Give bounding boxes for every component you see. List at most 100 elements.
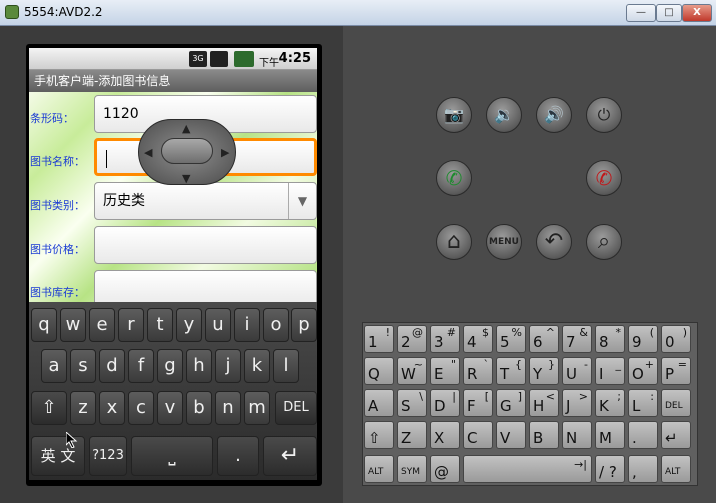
hw-key-8[interactable]: 8 *: [595, 325, 625, 353]
hw-key-enter[interactable]: ↵: [661, 421, 691, 449]
hw-key-o[interactable]: O +: [628, 357, 658, 385]
hw-key-at[interactable]: @: [430, 455, 460, 483]
symbols-key[interactable]: ?123: [89, 436, 127, 476]
hw-key-3[interactable]: 3 #: [430, 325, 460, 353]
hw-key-shift[interactable]: ⇧: [364, 421, 394, 449]
key-e[interactable]: e: [89, 308, 115, 342]
hw-key-del[interactable]: DEL: [661, 389, 691, 417]
minimize-button[interactable]: —: [626, 4, 656, 22]
key-j[interactable]: j: [215, 349, 241, 383]
hw-key-q[interactable]: Q: [364, 357, 394, 385]
dpad-down-icon[interactable]: ▼: [182, 172, 190, 185]
hw-key-comma[interactable]: ,: [628, 455, 658, 483]
hw-key-alt-right[interactable]: ALT: [661, 455, 691, 483]
hw-key-m[interactable]: M: [595, 421, 625, 449]
period-key[interactable]: .: [217, 436, 259, 476]
hw-key-p[interactable]: P =: [661, 357, 691, 385]
power-button[interactable]: ⏻: [586, 97, 622, 133]
hw-key-i[interactable]: I _: [595, 357, 625, 385]
key-p[interactable]: p: [291, 308, 317, 342]
call-button[interactable]: ✆: [436, 160, 472, 196]
key-u[interactable]: u: [205, 308, 231, 342]
hw-key-w[interactable]: W ~: [397, 357, 427, 385]
hw-key-r[interactable]: R `: [463, 357, 493, 385]
hw-key-1[interactable]: 1!: [364, 325, 394, 353]
end-call-button[interactable]: ✆: [586, 160, 622, 196]
hw-key-y[interactable]: Y}: [529, 357, 559, 385]
delete-key[interactable]: DEL: [275, 391, 317, 425]
hw-key-6[interactable]: 6 ^: [529, 325, 559, 353]
key-y[interactable]: y: [176, 308, 202, 342]
key-c[interactable]: c: [128, 391, 154, 425]
key-a[interactable]: a: [41, 349, 67, 383]
dpad-up-icon[interactable]: ▲: [182, 122, 190, 135]
key-m[interactable]: m: [244, 391, 270, 425]
hw-key-2[interactable]: 2 @: [397, 325, 427, 353]
hw-key-k[interactable]: K;: [595, 389, 625, 417]
hw-key-sym[interactable]: SYM: [397, 455, 427, 483]
dpad-left-icon[interactable]: ◀: [144, 146, 152, 159]
key-b[interactable]: b: [186, 391, 212, 425]
key-n[interactable]: n: [215, 391, 241, 425]
dpad-center-button[interactable]: [161, 138, 213, 164]
key-o[interactable]: o: [263, 308, 289, 342]
hw-key-5[interactable]: 5%: [496, 325, 526, 353]
hw-key-a[interactable]: A: [364, 389, 394, 417]
volume-down-button[interactable]: 🔉: [486, 97, 522, 133]
hw-key-c[interactable]: C: [463, 421, 493, 449]
shift-key[interactable]: ⇧: [31, 391, 67, 425]
key-i[interactable]: i: [234, 308, 260, 342]
hw-key-v[interactable]: V: [496, 421, 526, 449]
hw-key-e[interactable]: E ": [430, 357, 460, 385]
hw-key-7[interactable]: 7 &: [562, 325, 592, 353]
hw-key-0[interactable]: 0): [661, 325, 691, 353]
camera-button[interactable]: 📷: [436, 97, 472, 133]
hw-key-f[interactable]: F[: [463, 389, 493, 417]
home-button[interactable]: ⌂: [436, 224, 472, 260]
key-q[interactable]: q: [31, 308, 57, 342]
hw-key-t[interactable]: T{: [496, 357, 526, 385]
hw-key-z[interactable]: Z: [397, 421, 427, 449]
key-k[interactable]: k: [244, 349, 270, 383]
key-g[interactable]: g: [157, 349, 183, 383]
book-category-select[interactable]: 历史类 ▼: [94, 182, 317, 220]
key-z[interactable]: z: [70, 391, 96, 425]
hw-key-u[interactable]: U-: [562, 357, 592, 385]
key-f[interactable]: f: [128, 349, 154, 383]
hw-key-n[interactable]: N: [562, 421, 592, 449]
key-r[interactable]: r: [118, 308, 144, 342]
back-button[interactable]: ↶: [536, 224, 572, 260]
close-button[interactable]: X: [682, 4, 712, 22]
hw-key-9[interactable]: 9(: [628, 325, 658, 353]
hw-key-d[interactable]: D |: [430, 389, 460, 417]
volume-up-button[interactable]: 🔊: [536, 97, 572, 133]
enter-key[interactable]: ↵: [263, 436, 317, 476]
hw-key-space[interactable]: →|: [463, 455, 592, 483]
hw-key-x[interactable]: X: [430, 421, 460, 449]
hw-key-g[interactable]: G]: [496, 389, 526, 417]
key-w[interactable]: w: [60, 308, 86, 342]
book-price-input[interactable]: [94, 226, 317, 264]
hw-key-period[interactable]: .: [628, 421, 658, 449]
hw-key-l[interactable]: L:: [628, 389, 658, 417]
hw-key-alt-left[interactable]: ALT: [364, 455, 394, 483]
chevron-down-icon: ▼: [288, 183, 316, 219]
key-d[interactable]: d: [99, 349, 125, 383]
search-button[interactable]: ⌕: [586, 224, 622, 260]
space-key[interactable]: ⎵: [131, 436, 213, 476]
key-s[interactable]: s: [70, 349, 96, 383]
hw-key-b[interactable]: B: [529, 421, 559, 449]
maximize-button[interactable]: □: [656, 4, 682, 22]
hw-key-s[interactable]: S \: [397, 389, 427, 417]
hw-key-4[interactable]: 4 $: [463, 325, 493, 353]
hw-key-slash[interactable]: / ?: [595, 455, 625, 483]
key-v[interactable]: v: [157, 391, 183, 425]
dpad-right-icon[interactable]: ▶: [221, 146, 229, 159]
key-h[interactable]: h: [186, 349, 212, 383]
key-t[interactable]: t: [147, 308, 173, 342]
hw-key-j[interactable]: J >: [562, 389, 592, 417]
key-l[interactable]: l: [273, 349, 299, 383]
key-x[interactable]: x: [99, 391, 125, 425]
menu-button[interactable]: MENU: [486, 224, 522, 260]
hw-key-h[interactable]: H <: [529, 389, 559, 417]
